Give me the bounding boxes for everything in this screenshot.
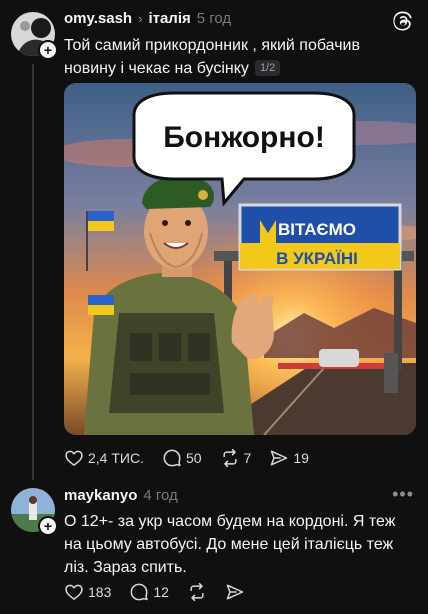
post-time: 5 год: [196, 10, 232, 27]
post-topic[interactable]: італія: [148, 10, 190, 27]
post-text: Той самий прикордонник , який побачив но…: [64, 37, 360, 77]
reply-time: 4 год: [143, 487, 178, 504]
post-username[interactable]: omy.sash: [64, 10, 132, 27]
comment-bubble-icon: [129, 582, 149, 602]
speech-bubble-text: Бонжорно!: [163, 121, 325, 154]
post-header: omy.sash › італія 5 год: [64, 10, 231, 27]
post-text-block: Той самий прикордонник , який побачив но…: [64, 34, 414, 80]
reply-share-button[interactable]: [225, 582, 245, 602]
reply-comment-button[interactable]: 12: [129, 582, 169, 602]
share-count: 19: [293, 450, 309, 466]
reply-username[interactable]: maykanyo: [64, 487, 137, 504]
repost-count: 7: [243, 450, 252, 466]
reply-like-count: 183: [88, 584, 112, 600]
repost-button[interactable]: 7: [220, 448, 252, 468]
like-count: 2,4 ТИС.: [88, 450, 144, 466]
sign-text-bottom: В УКРАЇНІ: [276, 249, 358, 268]
carousel-pager: 1/2: [254, 60, 281, 76]
reply-follow-plus-icon[interactable]: +: [38, 516, 58, 536]
reply-comment-count: 12: [153, 584, 169, 600]
post-image[interactable]: ВІТАЄМО В УКРАЇНІ Бонжорно!: [64, 83, 416, 435]
more-dots-icon[interactable]: •••: [392, 484, 414, 505]
heart-icon: [64, 582, 84, 602]
comment-count: 50: [185, 450, 202, 466]
reply-text: О 12+- за укр часом будем на кордоні. Я …: [64, 513, 396, 576]
sign-text-top: ВІТАЄМО: [278, 220, 356, 239]
reply-header: maykanyo 4 год: [64, 487, 178, 504]
heart-icon: [64, 448, 84, 468]
repost-icon: [220, 448, 240, 468]
follow-plus-icon[interactable]: +: [38, 40, 58, 60]
reply-actions: 183 12: [64, 582, 263, 602]
comment-button[interactable]: 50: [162, 448, 202, 468]
post-actions: 2,4 ТИС. 50 7 19: [64, 448, 327, 468]
like-button[interactable]: 2,4 ТИС.: [64, 448, 144, 468]
reply-like-button[interactable]: 183: [64, 582, 111, 602]
comment-bubble-icon: [162, 448, 182, 468]
send-icon: [225, 582, 245, 602]
repost-icon: [187, 582, 207, 602]
chevron-right-icon: ›: [138, 11, 143, 26]
send-icon: [269, 448, 289, 468]
thread-connector-line: [32, 64, 34, 480]
reply-repost-button[interactable]: [187, 582, 207, 602]
threads-logo-icon[interactable]: [392, 10, 414, 37]
share-button[interactable]: 19: [269, 448, 309, 468]
